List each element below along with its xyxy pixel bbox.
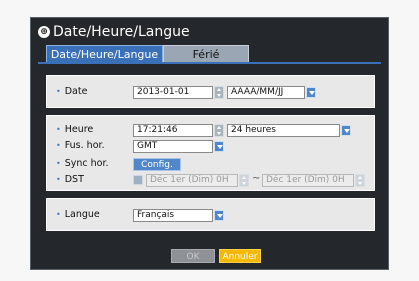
language-dropdown-icon[interactable] — [214, 210, 224, 221]
dst-start-field[interactable]: Déc 1er (Dim) 0H — [146, 174, 238, 187]
date-format-dropdown-icon[interactable] — [306, 87, 316, 98]
heure-format-select[interactable]: 24 heures — [227, 124, 340, 137]
dst-start-spinner[interactable] — [239, 174, 249, 187]
dst-checkbox[interactable] — [133, 175, 143, 185]
date-field[interactable]: 2013-01-01 — [133, 86, 213, 99]
date-time-language-dialog: ⊕ Date/Heure/Langue Date/Heure/Langue Fé… — [30, 17, 389, 270]
language-panel: • Langue Français — [46, 198, 375, 231]
cancel-button[interactable]: Annuler — [219, 249, 261, 263]
language-select[interactable]: Français — [133, 209, 213, 222]
dialog-title: ⊕ Date/Heure/Langue — [38, 24, 190, 40]
heure-format-dropdown-icon[interactable] — [341, 125, 351, 136]
heure-label: • Heure — [56, 124, 94, 135]
dst-range-tilde: ~ — [252, 173, 261, 184]
timezone-select[interactable]: GMT — [133, 140, 213, 153]
tab-holiday[interactable]: Férié — [163, 45, 249, 62]
langue-label: • Langue — [56, 209, 100, 220]
globe-icon: ⊕ — [38, 26, 50, 38]
fus-hor-label: • Fus. hor. — [56, 140, 105, 151]
sync-hor-label: • Sync hor. — [56, 158, 109, 169]
dst-end-spinner[interactable] — [355, 174, 365, 187]
tab-divider — [38, 62, 381, 64]
heure-field[interactable]: 17:21:46 — [133, 124, 213, 137]
dialog-title-text: Date/Heure/Langue — [53, 24, 190, 40]
date-panel: • Date 2013-01-01 AAAA/MM/JJ — [46, 75, 375, 108]
date-spinner[interactable] — [214, 86, 224, 99]
dst-label: • DST — [56, 174, 84, 185]
date-format-select[interactable]: AAAA/MM/JJ — [227, 86, 305, 99]
date-label: • Date — [56, 86, 88, 97]
dst-end-field[interactable]: Déc 1er (Dim) 0H — [262, 174, 354, 187]
ok-button[interactable]: OK — [171, 249, 215, 263]
timezone-dropdown-icon[interactable] — [214, 141, 224, 152]
tab-date-time-language[interactable]: Date/Heure/Langue — [46, 45, 163, 62]
sync-config-button[interactable]: Config. — [133, 158, 181, 171]
time-panel: • Heure 17:21:46 24 heures • Fus. hor. GMT… — [46, 115, 375, 191]
heure-spinner[interactable] — [214, 124, 224, 137]
